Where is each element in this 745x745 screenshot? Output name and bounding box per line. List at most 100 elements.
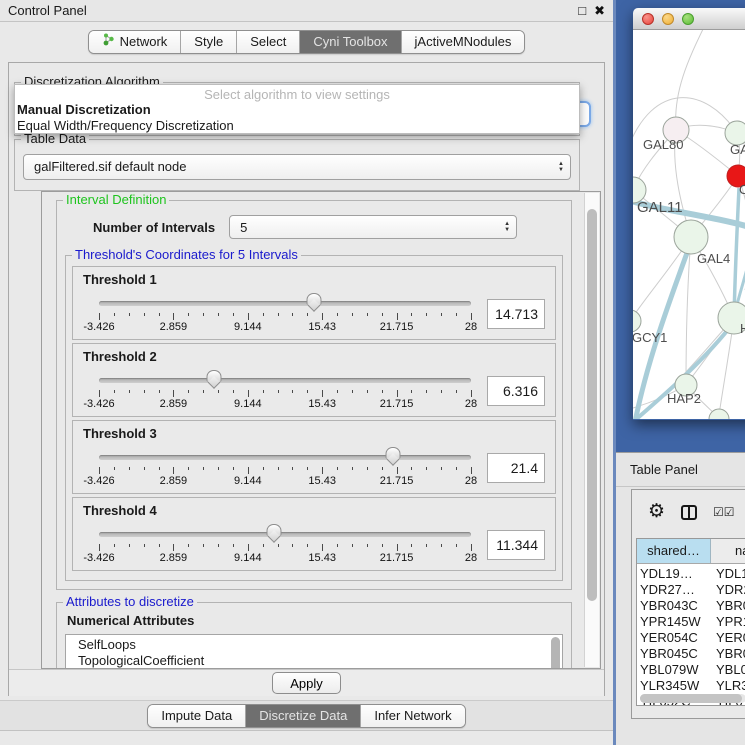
panel-title: Control Panel <box>8 3 87 18</box>
network-node-label: GAL80 <box>643 137 683 152</box>
attributes-listbox: SelfLoopsTopologicalCoefficientBetweenne… <box>65 634 563 669</box>
threshold-slider[interactable]: -3.4262.8599.14415.4321.71528 <box>99 447 471 489</box>
algorithm-option[interactable]: Manual Discretization <box>15 102 579 118</box>
threshold-slider[interactable]: -3.4262.8599.14415.4321.71528 <box>99 524 471 566</box>
algorithm-dropdown-popup: Select algorithm to view settings Manual… <box>14 84 580 134</box>
tab-label: Infer Network <box>374 705 451 727</box>
table-cell: YDL1 <box>711 566 745 582</box>
table-toolbar: ⚙ ☑☑ <box>632 490 745 534</box>
network-node[interactable] <box>633 310 641 332</box>
slider-ticks <box>99 544 471 552</box>
control-panel: Control Panel □ ✖ NetworkStyle Select Cyni… <box>0 0 613 745</box>
network-window-titlebar <box>633 8 745 30</box>
slider-track[interactable] <box>99 378 471 383</box>
tab-discretize-data[interactable]: Discretize Data <box>246 705 361 727</box>
network-edge[interactable] <box>676 30 705 130</box>
threshold-row: Threshold 1 -3.4262.8599.14415.4321.7152… <box>72 266 556 340</box>
slider-tick-labels: -3.4262.8599.14415.4321.71528 <box>99 398 471 411</box>
close-traffic-light-icon[interactable] <box>642 13 654 25</box>
tab-impute-data[interactable]: Impute Data <box>148 705 246 727</box>
list-scrollbar[interactable] <box>551 637 560 669</box>
settings-scrollpane: Interval Definition Number of Intervals … <box>41 191 601 669</box>
table-cell: YDR27… <box>637 582 711 598</box>
tab-select[interactable]: Select <box>237 31 300 53</box>
table-cell: YPR1 <box>711 614 745 630</box>
table-row[interactable]: YPR145WYPR1 <box>637 614 745 630</box>
num-intervals-spinner[interactable]: 5 ▲▼ <box>229 215 517 239</box>
network-node-label: HAP2 <box>667 391 701 406</box>
table-cell: YDL19… <box>637 566 711 582</box>
table-row[interactable]: YER054CYER0 <box>637 630 745 646</box>
group-title: Attributes to discretize <box>63 595 197 609</box>
vertical-scrollbar[interactable] <box>584 193 599 667</box>
zoom-traffic-light-icon[interactable] <box>682 13 694 25</box>
attribute-list-item[interactable]: TopologicalCoefficient <box>78 653 548 669</box>
network-node-label: H <box>740 321 745 336</box>
tab-infer-network[interactable]: Infer Network <box>361 705 464 727</box>
gear-icon[interactable]: ⚙ <box>648 502 665 522</box>
table-cell: YER054C <box>637 630 711 646</box>
threshold-value-field[interactable]: 14.713 <box>487 299 545 329</box>
table-data-group: Table Data galFiltered.sif default node … <box>14 139 580 191</box>
table-row[interactable]: YDL19…YDL1 <box>637 566 745 582</box>
threshold-value-field[interactable]: 6.316 <box>487 376 545 406</box>
close-icon[interactable]: ✖ <box>594 0 605 22</box>
minimize-traffic-light-icon[interactable] <box>662 13 674 25</box>
tab-jactivemnodules[interactable]: jActiveMNodules <box>402 31 525 53</box>
slider-track[interactable] <box>99 301 471 306</box>
network-node-label: C <box>739 182 745 197</box>
interval-definition-group: Interval Definition Number of Intervals … <box>56 200 572 590</box>
spinner-stepper-icon[interactable]: ▲▼ <box>498 221 516 233</box>
network-node[interactable] <box>674 220 708 254</box>
apply-button[interactable]: Apply <box>272 672 341 694</box>
float-icon[interactable]: □ <box>578 0 586 22</box>
network-node-label: GAL4 <box>697 251 730 266</box>
column-header[interactable]: na <box>711 539 745 563</box>
node-table: shared…na YDL19…YDL1YDR27…YDR2YBR043CYBR… <box>636 538 745 706</box>
threshold-slider[interactable]: -3.4262.8599.14415.4321.71528 <box>99 370 471 412</box>
split-columns-icon[interactable] <box>681 505 697 520</box>
tab-style[interactable]: Style <box>181 31 237 53</box>
slider-track[interactable] <box>99 532 471 537</box>
slider-tick-labels: -3.4262.8599.14415.4321.71528 <box>99 475 471 488</box>
attribute-list-item[interactable]: SelfLoops <box>78 637 548 653</box>
slider-track[interactable] <box>99 455 471 460</box>
slider-ticks <box>99 390 471 398</box>
table-data-combobox[interactable]: galFiltered.sif default node ▲▼ <box>23 154 571 180</box>
table-row[interactable]: YBL079WYBL0 <box>637 662 745 678</box>
table-row[interactable]: YBR043CYBR0 <box>637 598 745 614</box>
desktop: GAL80GACGAL11GAL4GCY1HHAP2 Table Panel ⚙… <box>613 0 745 745</box>
slider-thumb[interactable] <box>306 293 321 305</box>
combo-stepper-icon[interactable]: ▲▼ <box>552 161 570 173</box>
horizontal-scrollbar[interactable] <box>640 694 745 703</box>
network-window: GAL80GACGAL11GAL4GCY1HHAP2 <box>633 8 745 420</box>
scrollbar-thumb[interactable] <box>587 209 597 601</box>
tab-label: Select <box>250 31 286 53</box>
slider-thumb[interactable] <box>207 370 222 382</box>
group-title: Table Data <box>21 132 89 146</box>
slider-thumb[interactable] <box>385 447 400 459</box>
column-header[interactable]: shared… <box>637 539 711 563</box>
tab-network[interactable]: Network <box>89 31 182 53</box>
group-title: Interval Definition <box>63 193 169 207</box>
tab-label: jActiveMNodules <box>415 31 512 53</box>
algorithm-option[interactable]: Equal Width/Frequency Discretization <box>15 118 579 134</box>
select-columns-icon[interactable]: ☑☑ <box>713 505 735 519</box>
scrollbar-thumb[interactable] <box>640 694 742 703</box>
table-panel-body: ⚙ ☑☑ shared…na YDL19…YDL1YDR27…YDR2YBR04… <box>631 489 745 719</box>
num-intervals-label: Number of Intervals <box>93 220 215 235</box>
tab-label: Cyni Toolbox <box>313 31 387 53</box>
table-cell: YBL079W <box>637 662 711 678</box>
slider-thumb[interactable] <box>266 524 281 536</box>
threshold-value-field[interactable]: 21.4 <box>487 453 545 483</box>
table-row[interactable]: YBR045CYBR0 <box>637 646 745 662</box>
threshold-value-field[interactable]: 11.344 <box>487 530 545 560</box>
tab-label: Discretize Data <box>259 705 347 727</box>
table-row[interactable]: YDR27…YDR2 <box>637 582 745 598</box>
network-canvas[interactable]: GAL80GACGAL11GAL4GCY1HHAP2 <box>633 30 745 419</box>
table-row[interactable]: YLR345WYLR3 <box>637 678 745 694</box>
threshold-slider[interactable]: -3.4262.8599.14415.4321.71528 <box>99 293 471 335</box>
tab-cyni-toolbox[interactable]: Cyni Toolbox <box>300 31 401 53</box>
network-node[interactable] <box>709 409 729 419</box>
network-node-label: GCY1 <box>633 330 667 345</box>
